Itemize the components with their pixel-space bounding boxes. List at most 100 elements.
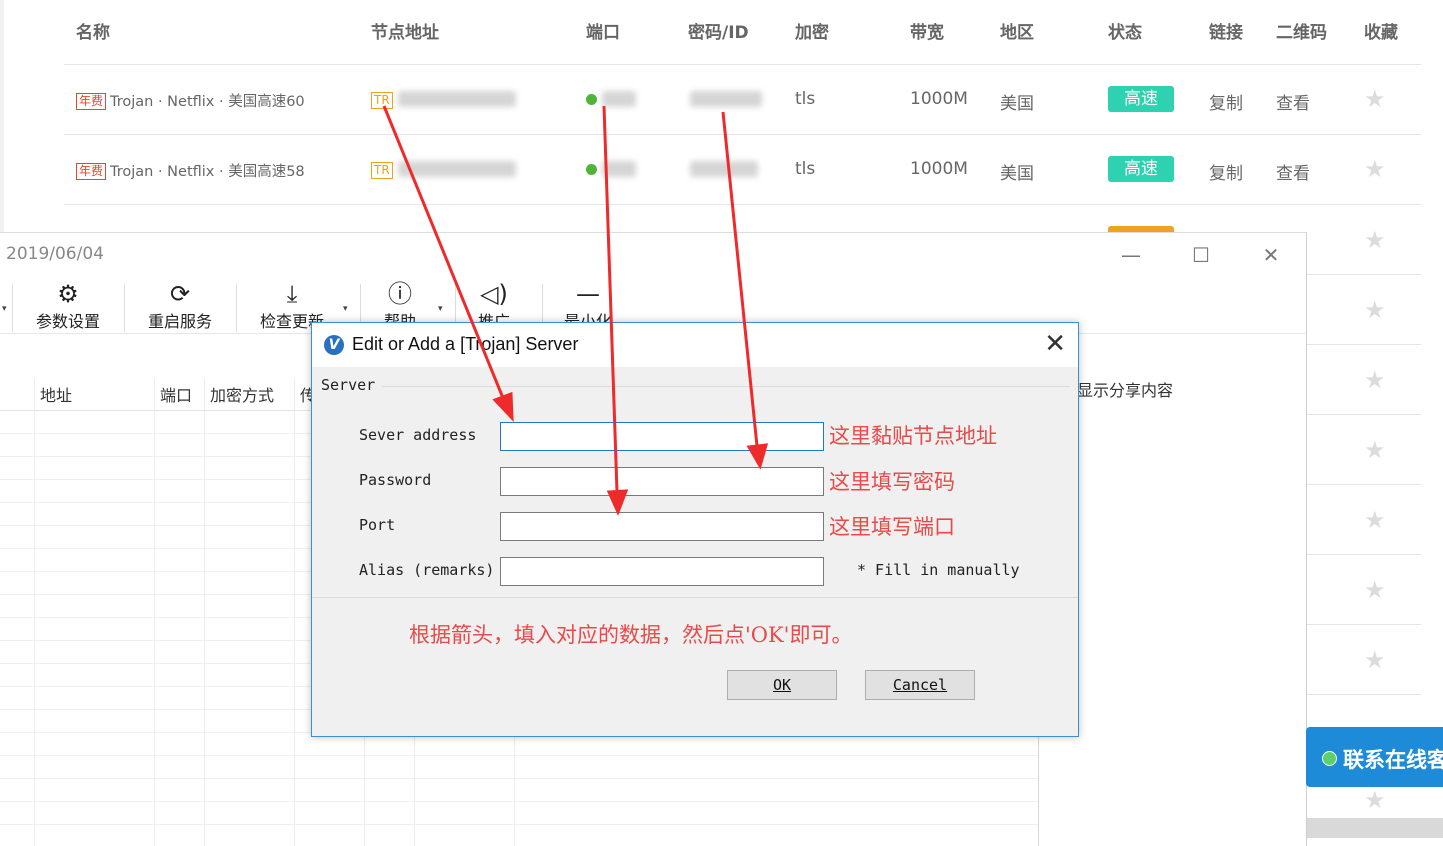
grid-line bbox=[0, 801, 1038, 802]
settings-label: 参数设置 bbox=[35, 312, 100, 331]
group-divider bbox=[382, 386, 1070, 387]
node-region: 美国 bbox=[1000, 94, 1034, 114]
port-input[interactable] bbox=[500, 512, 824, 541]
star-icon[interactable]: ★ bbox=[1364, 436, 1386, 464]
maximize-window-button[interactable]: ☐ bbox=[1181, 239, 1221, 271]
copy-link[interactable]: 复制 bbox=[1209, 159, 1243, 184]
port-hint: 这里填写端口 bbox=[829, 515, 955, 539]
star-icon[interactable]: ★ bbox=[1364, 646, 1386, 674]
node-port bbox=[586, 159, 636, 179]
blurred-address bbox=[398, 161, 517, 177]
column-divider bbox=[34, 378, 35, 846]
refresh-icon: ⟳ bbox=[169, 280, 191, 308]
node-bandwidth: 1000M bbox=[910, 159, 968, 179]
node-name: 年费 Trojan · Netflix · 美国高速60 bbox=[76, 90, 305, 111]
online-dot-icon bbox=[586, 93, 597, 105]
row-divider bbox=[1306, 624, 1421, 625]
node-region: 美国 bbox=[1000, 164, 1034, 184]
trojan-tag: TR bbox=[371, 162, 393, 179]
node-encrypt: tls bbox=[795, 89, 816, 109]
toolbar-separator bbox=[124, 284, 125, 332]
col-header-bandwidth: 带宽 bbox=[910, 23, 944, 43]
copy-link[interactable]: 复制 bbox=[1209, 89, 1243, 114]
close-window-button[interactable]: ✕ bbox=[1251, 239, 1291, 271]
online-dot-icon bbox=[586, 163, 597, 175]
column-divider bbox=[154, 378, 155, 846]
star-icon[interactable]: ★ bbox=[1364, 366, 1386, 394]
alias-input[interactable] bbox=[500, 557, 824, 586]
status-badge: 高速 bbox=[1108, 86, 1174, 112]
col-header-port: 端口 bbox=[586, 23, 620, 43]
node-port bbox=[586, 89, 636, 109]
grid-line bbox=[0, 778, 1038, 779]
row-divider bbox=[64, 134, 1421, 135]
node-name-text: Trojan · Netflix · 美国高速60 bbox=[110, 94, 305, 110]
annual-fee-tag: 年费 bbox=[76, 93, 107, 110]
edit-server-dialog: V Edit or Add a [Trojan] Server ✕ Server… bbox=[311, 322, 1079, 737]
row-divider bbox=[1306, 274, 1421, 275]
ok-label: OK bbox=[772, 676, 792, 694]
status-badge: 高速 bbox=[1108, 156, 1174, 182]
column-divider bbox=[204, 378, 205, 846]
cancel-label: Cancel bbox=[892, 676, 948, 694]
window-title: 2019/06/04 bbox=[6, 244, 104, 264]
star-icon[interactable]: ★ bbox=[1364, 226, 1386, 254]
close-icon[interactable]: ✕ bbox=[1044, 330, 1066, 358]
star-icon[interactable]: ★ bbox=[1364, 576, 1386, 604]
chevron-down-icon[interactable]: ▾ bbox=[2, 304, 7, 314]
horizontal-scrollbar[interactable] bbox=[1306, 818, 1443, 838]
view-qr-link[interactable]: 查看 bbox=[1276, 89, 1310, 114]
blurred-port bbox=[602, 91, 636, 107]
view-qr-link[interactable]: 查看 bbox=[1276, 159, 1310, 184]
node-address[interactable]: TR bbox=[371, 159, 517, 179]
col-header-region: 地区 bbox=[1000, 23, 1034, 43]
help-icon: ⓘ bbox=[388, 280, 412, 308]
col-header-link: 链接 bbox=[1209, 23, 1243, 43]
grid-line bbox=[0, 755, 1038, 756]
col-header-address: 节点地址 bbox=[371, 23, 439, 43]
cancel-button[interactable]: Cancel bbox=[865, 670, 975, 700]
blurred-password bbox=[690, 161, 758, 177]
server-address-input[interactable] bbox=[500, 422, 824, 451]
list-header-encryption[interactable]: 加密方式 bbox=[210, 382, 274, 406]
column-divider bbox=[294, 378, 295, 846]
online-chat-button[interactable]: 联系在线客 bbox=[1306, 727, 1443, 787]
password-input[interactable] bbox=[500, 467, 824, 496]
row-divider bbox=[1306, 344, 1421, 345]
list-header-port[interactable]: 端口 bbox=[160, 382, 192, 406]
download-icon: ⤓ bbox=[286, 280, 298, 308]
col-header-password: 密码/ID bbox=[688, 23, 749, 43]
node-name-text: Trojan · Netflix · 美国高速58 bbox=[110, 164, 305, 180]
restart-label: 重启服务 bbox=[147, 312, 212, 331]
star-icon[interactable]: ★ bbox=[1364, 296, 1386, 324]
instruction-text: 根据箭头，填入对应的数据，然后点'OK'即可。 bbox=[409, 623, 853, 647]
row-divider bbox=[64, 204, 1421, 205]
col-header-qr: 二维码 bbox=[1276, 23, 1327, 43]
dialog-title: Edit or Add a [Trojan] Server bbox=[352, 334, 579, 354]
online-chat-label: 联系在线客 bbox=[1343, 748, 1443, 772]
minimize-window-button[interactable]: — bbox=[1111, 239, 1151, 271]
star-icon[interactable]: ★ bbox=[1364, 155, 1386, 183]
settings-button[interactable]: ⚙ 参数设置 bbox=[28, 280, 108, 332]
trojan-tag: TR bbox=[371, 92, 393, 109]
page-edge bbox=[0, 0, 4, 232]
node-password bbox=[690, 159, 758, 179]
ok-button[interactable]: OK bbox=[727, 670, 837, 700]
chevron-down-icon[interactable]: ▾ bbox=[343, 304, 348, 314]
node-address[interactable]: TR bbox=[371, 89, 517, 109]
server-address-hint: 这里黏贴节点地址 bbox=[829, 424, 997, 448]
v2ray-logo-icon: V bbox=[324, 335, 344, 355]
speaker-icon: ◁) bbox=[480, 280, 508, 308]
password-hint: 这里填写密码 bbox=[829, 470, 955, 494]
port-label: Port bbox=[359, 516, 396, 534]
restart-service-button[interactable]: ⟳ 重启服务 bbox=[140, 280, 220, 332]
row-divider bbox=[1306, 414, 1421, 415]
column-divider bbox=[514, 736, 515, 846]
chevron-down-icon[interactable]: ▾ bbox=[438, 304, 443, 314]
star-icon[interactable]: ★ bbox=[1364, 506, 1386, 534]
toolbar-separator bbox=[12, 284, 13, 332]
star-icon[interactable]: ★ bbox=[1364, 786, 1386, 814]
star-icon[interactable]: ★ bbox=[1364, 85, 1386, 113]
row-divider bbox=[64, 64, 1421, 65]
list-header-address[interactable]: 地址 bbox=[40, 382, 72, 406]
